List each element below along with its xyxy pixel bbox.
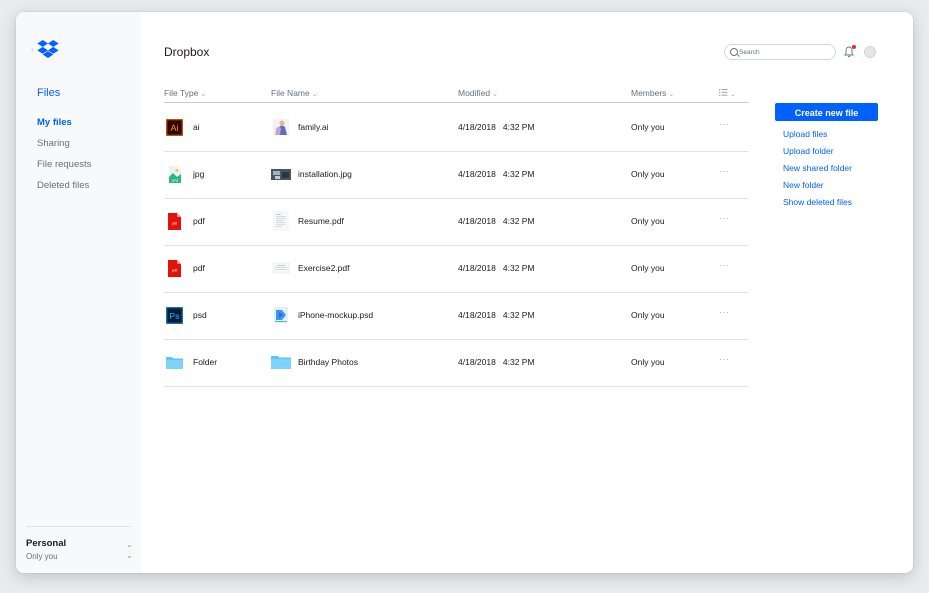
file-name[interactable]: Resume.pdf — [298, 216, 344, 226]
upload-folder-link[interactable]: Upload folder — [783, 145, 852, 162]
document-thumbnail-icon — [273, 211, 289, 231]
file-name[interactable]: installation.jpg — [298, 169, 352, 179]
members: Only you — [631, 357, 665, 367]
create-new-file-button[interactable]: Create new file — [775, 103, 878, 121]
modified-date: 4/18/2018 4:32 PM — [458, 122, 535, 132]
svg-text:Ai: Ai — [170, 123, 178, 133]
file-type: jpg — [193, 169, 205, 179]
column-header-label: File Type — [164, 88, 199, 98]
file-name[interactable]: iPhone-mockup.psd — [298, 310, 373, 320]
svg-text:JPG: JPG — [172, 179, 179, 183]
sidebar-divider — [26, 526, 131, 527]
more-options-button[interactable]: ··· — [719, 214, 730, 223]
column-header-modified[interactable]: Modified ⌄ — [458, 88, 498, 98]
modified-date: 4/18/2018 4:32 PM — [458, 169, 535, 179]
modified-date: 4/18/2018 4:32 PM — [458, 310, 535, 320]
jpg-icon: JPG — [169, 166, 181, 183]
table-row[interactable]: Ai ai family.ai 4/18/2018 4:32 PM Only y… — [164, 104, 749, 152]
members: Only you — [631, 169, 665, 179]
modified-date: 4/18/2018 4:32 PM — [458, 263, 535, 273]
table-row[interactable]: Ps psd iPhone-mockup.psd 4/18/2018 4:32 … — [164, 292, 749, 340]
search-icon — [730, 48, 738, 56]
phone-mockup-thumbnail-icon — [274, 307, 288, 323]
column-header-label: Modified — [458, 88, 491, 98]
sort-caret-icon: ⌄ — [668, 91, 675, 98]
folder-icon — [271, 356, 291, 369]
dropbox-logo-icon[interactable] — [37, 40, 59, 58]
app-window: ‹ Files My files Sharing File requests D… — [16, 12, 913, 573]
files-section-title[interactable]: Files — [37, 87, 60, 99]
list-view-icon — [719, 89, 728, 96]
sidebar-item-deleted-files[interactable]: Deleted files — [37, 180, 91, 201]
search-box[interactable] — [724, 44, 836, 60]
table-row[interactable]: pdf pdf Resume.pdf 4/18/2018 4:32 PM Onl… — [164, 198, 749, 246]
more-options-button[interactable]: ··· — [719, 120, 730, 129]
account-switcher[interactable]: Personal Only you — [26, 538, 66, 561]
sort-caret-icon: ⌄ — [200, 91, 207, 98]
document-thumbnail-icon — [272, 262, 290, 274]
more-options-button[interactable]: ··· — [719, 261, 730, 270]
photo-thumbnail-icon — [271, 169, 291, 180]
members: Only you — [631, 122, 665, 132]
file-name[interactable]: Exercise2.pdf — [298, 263, 350, 273]
account-subtitle: Only you — [26, 552, 58, 561]
avatar[interactable] — [864, 46, 876, 58]
sidebar: ‹ Files My files Sharing File requests D… — [16, 12, 141, 573]
page-title: Dropbox — [164, 45, 210, 59]
pdf-icon: pdf — [168, 213, 181, 230]
sidebar-nav: My files Sharing File requests Deleted f… — [37, 117, 91, 201]
new-folder-link[interactable]: New folder — [783, 179, 852, 196]
new-shared-folder-link[interactable]: New shared folder — [783, 162, 852, 179]
file-type: ai — [193, 122, 200, 132]
members: Only you — [631, 263, 665, 273]
file-type: pdf — [193, 263, 205, 273]
image-thumbnail-icon — [273, 119, 289, 135]
column-header-file-type[interactable]: File Type ⌄ — [164, 88, 206, 98]
sort-caret-icon: ⌄ — [492, 91, 499, 98]
account-name: Personal — [26, 538, 67, 549]
members: Only you — [631, 216, 665, 226]
sidebar-item-sharing[interactable]: Sharing — [37, 138, 91, 159]
sidebar-item-file-requests[interactable]: File requests — [37, 159, 91, 180]
file-name[interactable]: family.ai — [298, 122, 329, 132]
pdf-icon: pdf — [168, 260, 181, 277]
file-name[interactable]: Birthday Photos — [298, 357, 358, 367]
more-options-button[interactable]: ··· — [719, 167, 730, 176]
column-header-members[interactable]: Members ⌄ — [631, 88, 674, 98]
sort-caret-icon: ⌄ — [730, 91, 736, 98]
view-options-button[interactable]: ⌄ — [719, 88, 736, 98]
table-row[interactable]: JPG jpg installation.jpg 4/18/2018 4:32 … — [164, 151, 749, 199]
sort-caret-icon: ⌄ — [311, 91, 318, 98]
svg-text:Ps: Ps — [170, 311, 180, 321]
modified-date: 4/18/2018 4:32 PM — [458, 216, 535, 226]
more-options-button[interactable]: ··· — [719, 308, 730, 317]
modified-date: 4/18/2018 4:32 PM — [458, 357, 535, 367]
account-toggle-icon[interactable]: ⌃ ⌄ — [126, 545, 133, 560]
members: Only you — [631, 310, 665, 320]
notification-badge — [852, 45, 856, 49]
more-options-button[interactable]: ··· — [719, 355, 730, 364]
illustrator-icon: Ai — [166, 119, 183, 136]
upload-files-link[interactable]: Upload files — [783, 128, 852, 145]
file-type: Folder — [193, 357, 218, 367]
sidebar-item-my-files[interactable]: My files — [37, 117, 91, 138]
file-type: pdf — [193, 216, 205, 226]
action-links: Upload files Upload folder New shared fo… — [783, 128, 852, 213]
column-header-file-name[interactable]: File Name ⌄ — [271, 88, 318, 98]
collapse-sidebar-icon[interactable]: ‹ — [31, 45, 34, 54]
column-header-label: File Name — [271, 88, 310, 98]
folder-icon — [166, 357, 183, 369]
show-deleted-files-link[interactable]: Show deleted files — [783, 196, 852, 213]
table-header-divider — [164, 102, 749, 103]
photoshop-icon: Ps — [166, 307, 183, 324]
table-row[interactable]: pdf pdf Exercise2.pdf 4/18/2018 4:32 PM … — [164, 245, 749, 293]
search-input[interactable] — [739, 45, 829, 59]
file-type: psd — [193, 310, 207, 320]
column-header-label: Members — [631, 88, 667, 98]
table-row[interactable]: Folder Birthday Photos 4/18/2018 4:32 PM… — [164, 339, 749, 387]
